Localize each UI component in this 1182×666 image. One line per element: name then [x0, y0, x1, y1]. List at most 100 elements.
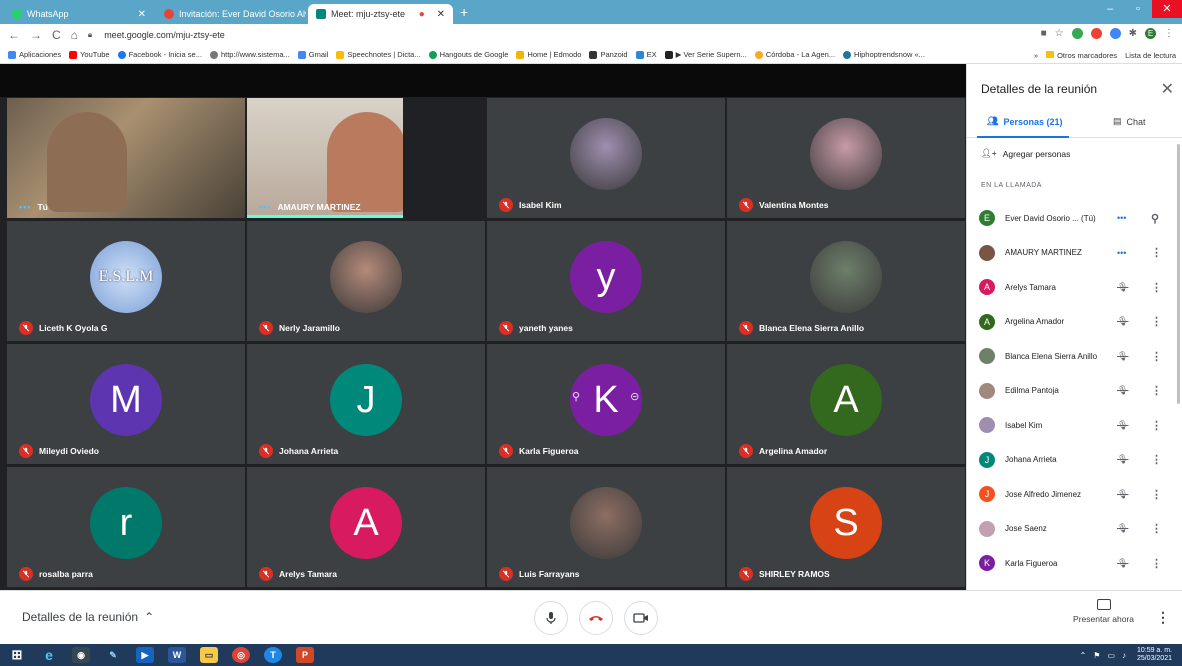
bookmark[interactable]: ▶ Ver Serie Supern... [664, 50, 747, 59]
bookmark[interactable]: Gmail [297, 50, 328, 59]
participant-tile[interactable]: Blanca Elena Sierra Anillo [727, 221, 965, 341]
tab-whatsapp[interactable]: WhatsApp ✕ [4, 4, 154, 24]
word-icon[interactable]: W [168, 647, 186, 663]
chrome-icon[interactable]: ◎ [232, 647, 250, 663]
participant-row[interactable]: Blanca Elena Sierra Anillo 🎙︎ ⋮ [967, 339, 1182, 374]
app-icon[interactable]: T [264, 647, 282, 663]
browser-menu-icon[interactable]: ⋮ [1164, 28, 1174, 39]
bookmark[interactable]: Hangouts de Google [428, 50, 508, 59]
participant-tile[interactable]: Isabel Kim [487, 98, 725, 218]
participant-row[interactable]: Edilma Pantoja 🎙︎ ⋮ [967, 374, 1182, 409]
remove-icon[interactable]: ⊝ [630, 390, 639, 403]
other-bookmarks-folder[interactable]: Otros marcadores [1046, 50, 1117, 60]
bookmark[interactable]: Aplicaciones [8, 50, 61, 59]
powerpoint-icon[interactable]: P [296, 647, 314, 663]
participant-tile[interactable]: K ⚲ ⊝ Karla Figueroa [487, 344, 725, 464]
close-icon[interactable]: ✕ [433, 9, 445, 20]
close-icon[interactable]: ✕ [1161, 79, 1174, 99]
bookmark[interactable]: Panzoid [589, 50, 628, 59]
extension-icon[interactable] [1109, 28, 1121, 39]
more-options-icon[interactable]: ⋮ [1151, 315, 1162, 328]
volume-icon[interactable]: ♪ [1122, 651, 1126, 660]
app-icon[interactable]: ▶ [136, 647, 154, 663]
participant-tile[interactable]: A Argelina Amador [727, 344, 965, 464]
star-icon[interactable]: ☆ [1055, 28, 1064, 39]
pin-icon[interactable]: ⚲ [1151, 212, 1159, 225]
participant-tile[interactable]: y yaneth yanes [487, 221, 725, 341]
more-options-icon[interactable]: ⋮ [1151, 557, 1162, 570]
add-people-button[interactable]: 👤︎+ Agregar personas [981, 148, 1070, 159]
minimize-button[interactable]: – [1096, 0, 1124, 18]
participant-tile[interactable]: Valentina Montes [727, 98, 965, 218]
close-window-button[interactable]: ✕ [1152, 0, 1182, 18]
participant-tile[interactable]: A Arelys Tamara [247, 467, 485, 587]
participant-tile[interactable]: M Mileydi Oviedo [7, 344, 245, 464]
flag-icon[interactable]: ⚑ [1093, 651, 1100, 660]
participant-row[interactable]: J Jose Alfredo Jimenez 🎙︎ ⋮ [967, 477, 1182, 512]
tab-people[interactable]: 👥︎ Personas (21) [987, 116, 1062, 127]
maximize-button[interactable]: ▫ [1124, 0, 1152, 18]
clock[interactable]: 10:59 a. m. 25/03/2021 [1137, 647, 1172, 663]
participant-row[interactable]: E Ever David Osorio ... (Tú) ••• ⚲ [967, 201, 1182, 236]
bookmark[interactable]: Facebook - Inicia se... [117, 50, 202, 59]
leave-call-button[interactable] [579, 601, 613, 635]
more-options-icon[interactable]: ⋮ [1151, 281, 1162, 294]
participant-row[interactable]: Isabel Kim 🎙︎ ⋮ [967, 408, 1182, 443]
bookmark[interactable]: Speechnotes | Dicta... [336, 50, 421, 59]
forward-icon[interactable]: → [30, 28, 42, 42]
extension-icon[interactable] [1090, 28, 1102, 39]
participant-row[interactable]: J Johana Arrieta 🎙︎ ⋮ [967, 443, 1182, 478]
new-tab-button[interactable]: + [460, 4, 468, 20]
camera-icon[interactable]: ■ [1041, 28, 1047, 39]
more-options-icon[interactable]: ⋮ [1151, 522, 1162, 535]
extension-icon[interactable] [1071, 28, 1083, 39]
participant-tile[interactable]: Nerly Jaramillo [247, 221, 485, 341]
bookmark[interactable]: http://www.sistema... [209, 50, 290, 59]
participant-tile[interactable]: r rosalba parra [7, 467, 245, 587]
participant-row[interactable]: AMAURY MARTINEZ ••• ⋮ [967, 236, 1182, 271]
app-icon[interactable]: ✎ [104, 647, 122, 663]
bookmark[interactable]: EX [635, 50, 657, 59]
panel-scrollbar[interactable] [1177, 144, 1180, 404]
participant-row[interactable]: A Arelys Tamara 🎙︎ ⋮ [967, 270, 1182, 305]
more-options-icon[interactable]: ⋮ [1151, 419, 1162, 432]
participant-tile[interactable]: J Johana Arrieta [247, 344, 485, 464]
close-icon[interactable]: ✕ [132, 9, 146, 20]
participant-tile[interactable]: E.S.L.M Liceth K Oyola G [7, 221, 245, 341]
microphone-button[interactable] [534, 601, 568, 635]
more-options-icon[interactable]: ⋮ [1156, 609, 1170, 626]
tab-invitation[interactable]: Invitación: Ever David Osorio Alv ✕ [156, 4, 306, 24]
participant-tile[interactable]: Luis Farrayans [487, 467, 725, 587]
participant-row[interactable]: A Argelina Amador 🎙︎ ⋮ [967, 305, 1182, 340]
windows-start-icon[interactable]: ⊞ [8, 647, 26, 663]
url-field[interactable]: meet.google.com/mju-ztsy-ete [104, 30, 225, 40]
chevron-up-icon[interactable]: ⌃ [1080, 651, 1087, 660]
internet-explorer-icon[interactable]: e [40, 647, 58, 663]
more-options-icon[interactable]: ⋮ [1151, 246, 1162, 259]
reading-list-button[interactable]: Lista de lectura [1125, 51, 1176, 60]
profile-avatar[interactable]: E [1145, 28, 1156, 39]
more-options-icon[interactable]: ⋮ [1151, 384, 1162, 397]
back-icon[interactable]: ← [8, 28, 20, 42]
participant-tile[interactable]: ••• AMAURY MARTINEZ [247, 98, 403, 218]
bookmark[interactable]: Córdoba - La Agen... [754, 50, 835, 59]
more-options-icon[interactable]: ⋮ [1151, 350, 1162, 363]
file-explorer-icon[interactable]: ▭ [200, 647, 218, 663]
present-now-button[interactable]: Presentar ahora [1073, 599, 1134, 624]
bookmark[interactable]: Hiphoptrendsnow «... [843, 50, 925, 59]
participant-row[interactable]: K Karla Figueroa 🎙︎ ⋮ [967, 546, 1182, 581]
tab-meet[interactable]: Meet: mju-ztsy-ete ● ✕ [308, 4, 453, 24]
reload-icon[interactable]: C [52, 28, 61, 42]
camera-button[interactable] [624, 601, 658, 635]
more-options-icon[interactable]: ⋮ [1151, 453, 1162, 466]
tab-chat[interactable]: ▤ Chat [1113, 116, 1146, 127]
pin-icon[interactable]: ⚲ [572, 390, 580, 403]
home-icon[interactable]: ⌂ [71, 28, 78, 42]
app-icon[interactable]: ◉ [72, 647, 90, 663]
network-icon[interactable]: ▭ [1107, 651, 1115, 660]
participant-tile[interactable]: ••• Tú [7, 98, 245, 218]
meeting-details-button[interactable]: Detalles de la reunión ⌃ [22, 610, 154, 624]
participant-tile[interactable]: S SHIRLEY RAMOS [727, 467, 965, 587]
more-bookmarks-button[interactable]: » [1034, 51, 1038, 60]
participant-row[interactable]: Jose Saenz 🎙︎ ⋮ [967, 512, 1182, 547]
